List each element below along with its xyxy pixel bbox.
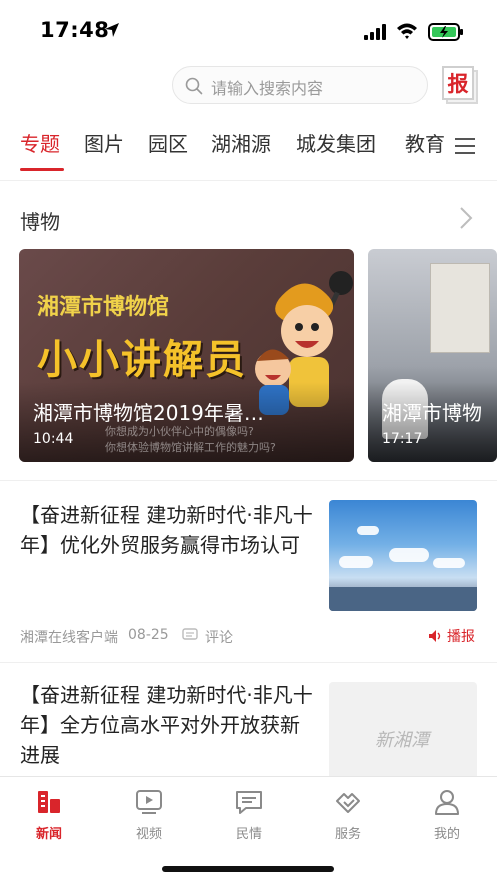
tabbar-service[interactable]: 服务 [318,787,378,842]
cloud [339,556,373,568]
tab-zhuanti[interactable]: 专题 [20,128,60,157]
channel-tabs: 专题 图片 园区 湖湘源 城发集团 教育 [0,128,497,172]
video-image-caption-2: 你想体验博物馆讲解工作的魅力吗? [105,441,276,454]
battery-charging-icon [428,23,463,41]
speaker-icon[interactable] [428,629,442,643]
search-placeholder: 请输入搜索内容 [211,79,324,98]
location-arrow-icon [105,23,119,37]
tab-huxiangyuan[interactable]: 湖湘源 [211,128,271,157]
channel-menu-icon[interactable] [455,136,477,156]
search-input[interactable]: 请输入搜索内容 [172,66,428,104]
cloud [389,548,429,562]
wifi-icon [397,23,417,39]
tab-chengfa-group[interactable]: 城发集团 [296,128,376,157]
tabbar-video-label: 视频 [135,827,162,842]
video-duration: 10:44 [33,431,74,447]
status-time: 17:48 [40,18,110,42]
cloud [357,526,379,535]
tabbar-news-label: 新闻 [35,827,62,842]
news-source: 湘潭在线客户端 [20,630,118,646]
comment-button[interactable]: 评论 [205,627,233,647]
tabbar-profile[interactable]: 我的 [417,787,477,842]
active-tab-indicator [20,168,64,171]
chat-icon [236,791,262,814]
news-title[interactable]: 【奋进新征程 建功新时代·非凡十年】优化外贸服务赢得市场认可 [20,500,318,560]
cellular-signal-icon [364,24,386,40]
chevron-right-icon[interactable] [458,206,474,230]
section-title: 博物 [20,210,60,234]
city-skyline [329,587,477,611]
comment-icon [182,628,198,640]
section-divider [0,480,497,481]
status-bar: 17:48 [0,0,497,60]
thumbnail-watermark: 新湘潭 [375,730,429,751]
service-icon [336,793,360,813]
video-image-banner-text: 小小讲解员 [37,337,247,383]
video-card[interactable]: 湘潭市博物 17:17 [368,249,497,462]
tabbar-profile-label: 我的 [433,827,460,842]
cloud [433,558,465,568]
profile-icon [435,790,459,815]
news-icon [38,791,60,813]
search-icon [185,77,203,95]
tab-yuanqu[interactable]: 园区 [148,128,188,157]
video-card[interactable]: 湘潭市博物馆 小小讲解员 你想成为小伙伴心中的偶像吗? 你想体验博物馆讲解工作的… [19,249,354,462]
video-title: 湘潭市博物馆2019年暑… [33,401,264,425]
home-indicator [162,866,334,872]
news-divider [0,662,497,663]
newspaper-label: 报 [447,71,469,96]
video-duration: 17:17 [382,431,423,447]
broadcast-button[interactable]: 播报 [447,626,475,646]
news-title[interactable]: 【奋进新征程 建功新时代·非凡十年】全方位高水平对外开放获新进展 [20,680,318,770]
tabbar-video[interactable]: 视频 [119,787,179,842]
video-title: 湘潭市博物 [382,401,482,425]
tabs-divider [0,180,497,181]
newspaper-button[interactable]: 报 [440,64,480,104]
tab-jiaoyu[interactable]: 教育 [405,128,445,157]
video-thumbnail-poster [430,263,490,353]
tabbar-service-label: 服务 [334,827,361,842]
tabbar-minqing-label: 民情 [235,827,262,842]
video-image-museum-text: 湘潭市博物馆 [37,295,170,320]
tabbar-minqing[interactable]: 民情 [219,787,279,842]
video-icon [136,790,162,814]
news-thumbnail[interactable] [329,500,477,611]
tabbar-news[interactable]: 新闻 [19,787,79,842]
tab-tupian[interactable]: 图片 [84,128,124,157]
news-date: 08-25 [128,627,169,643]
